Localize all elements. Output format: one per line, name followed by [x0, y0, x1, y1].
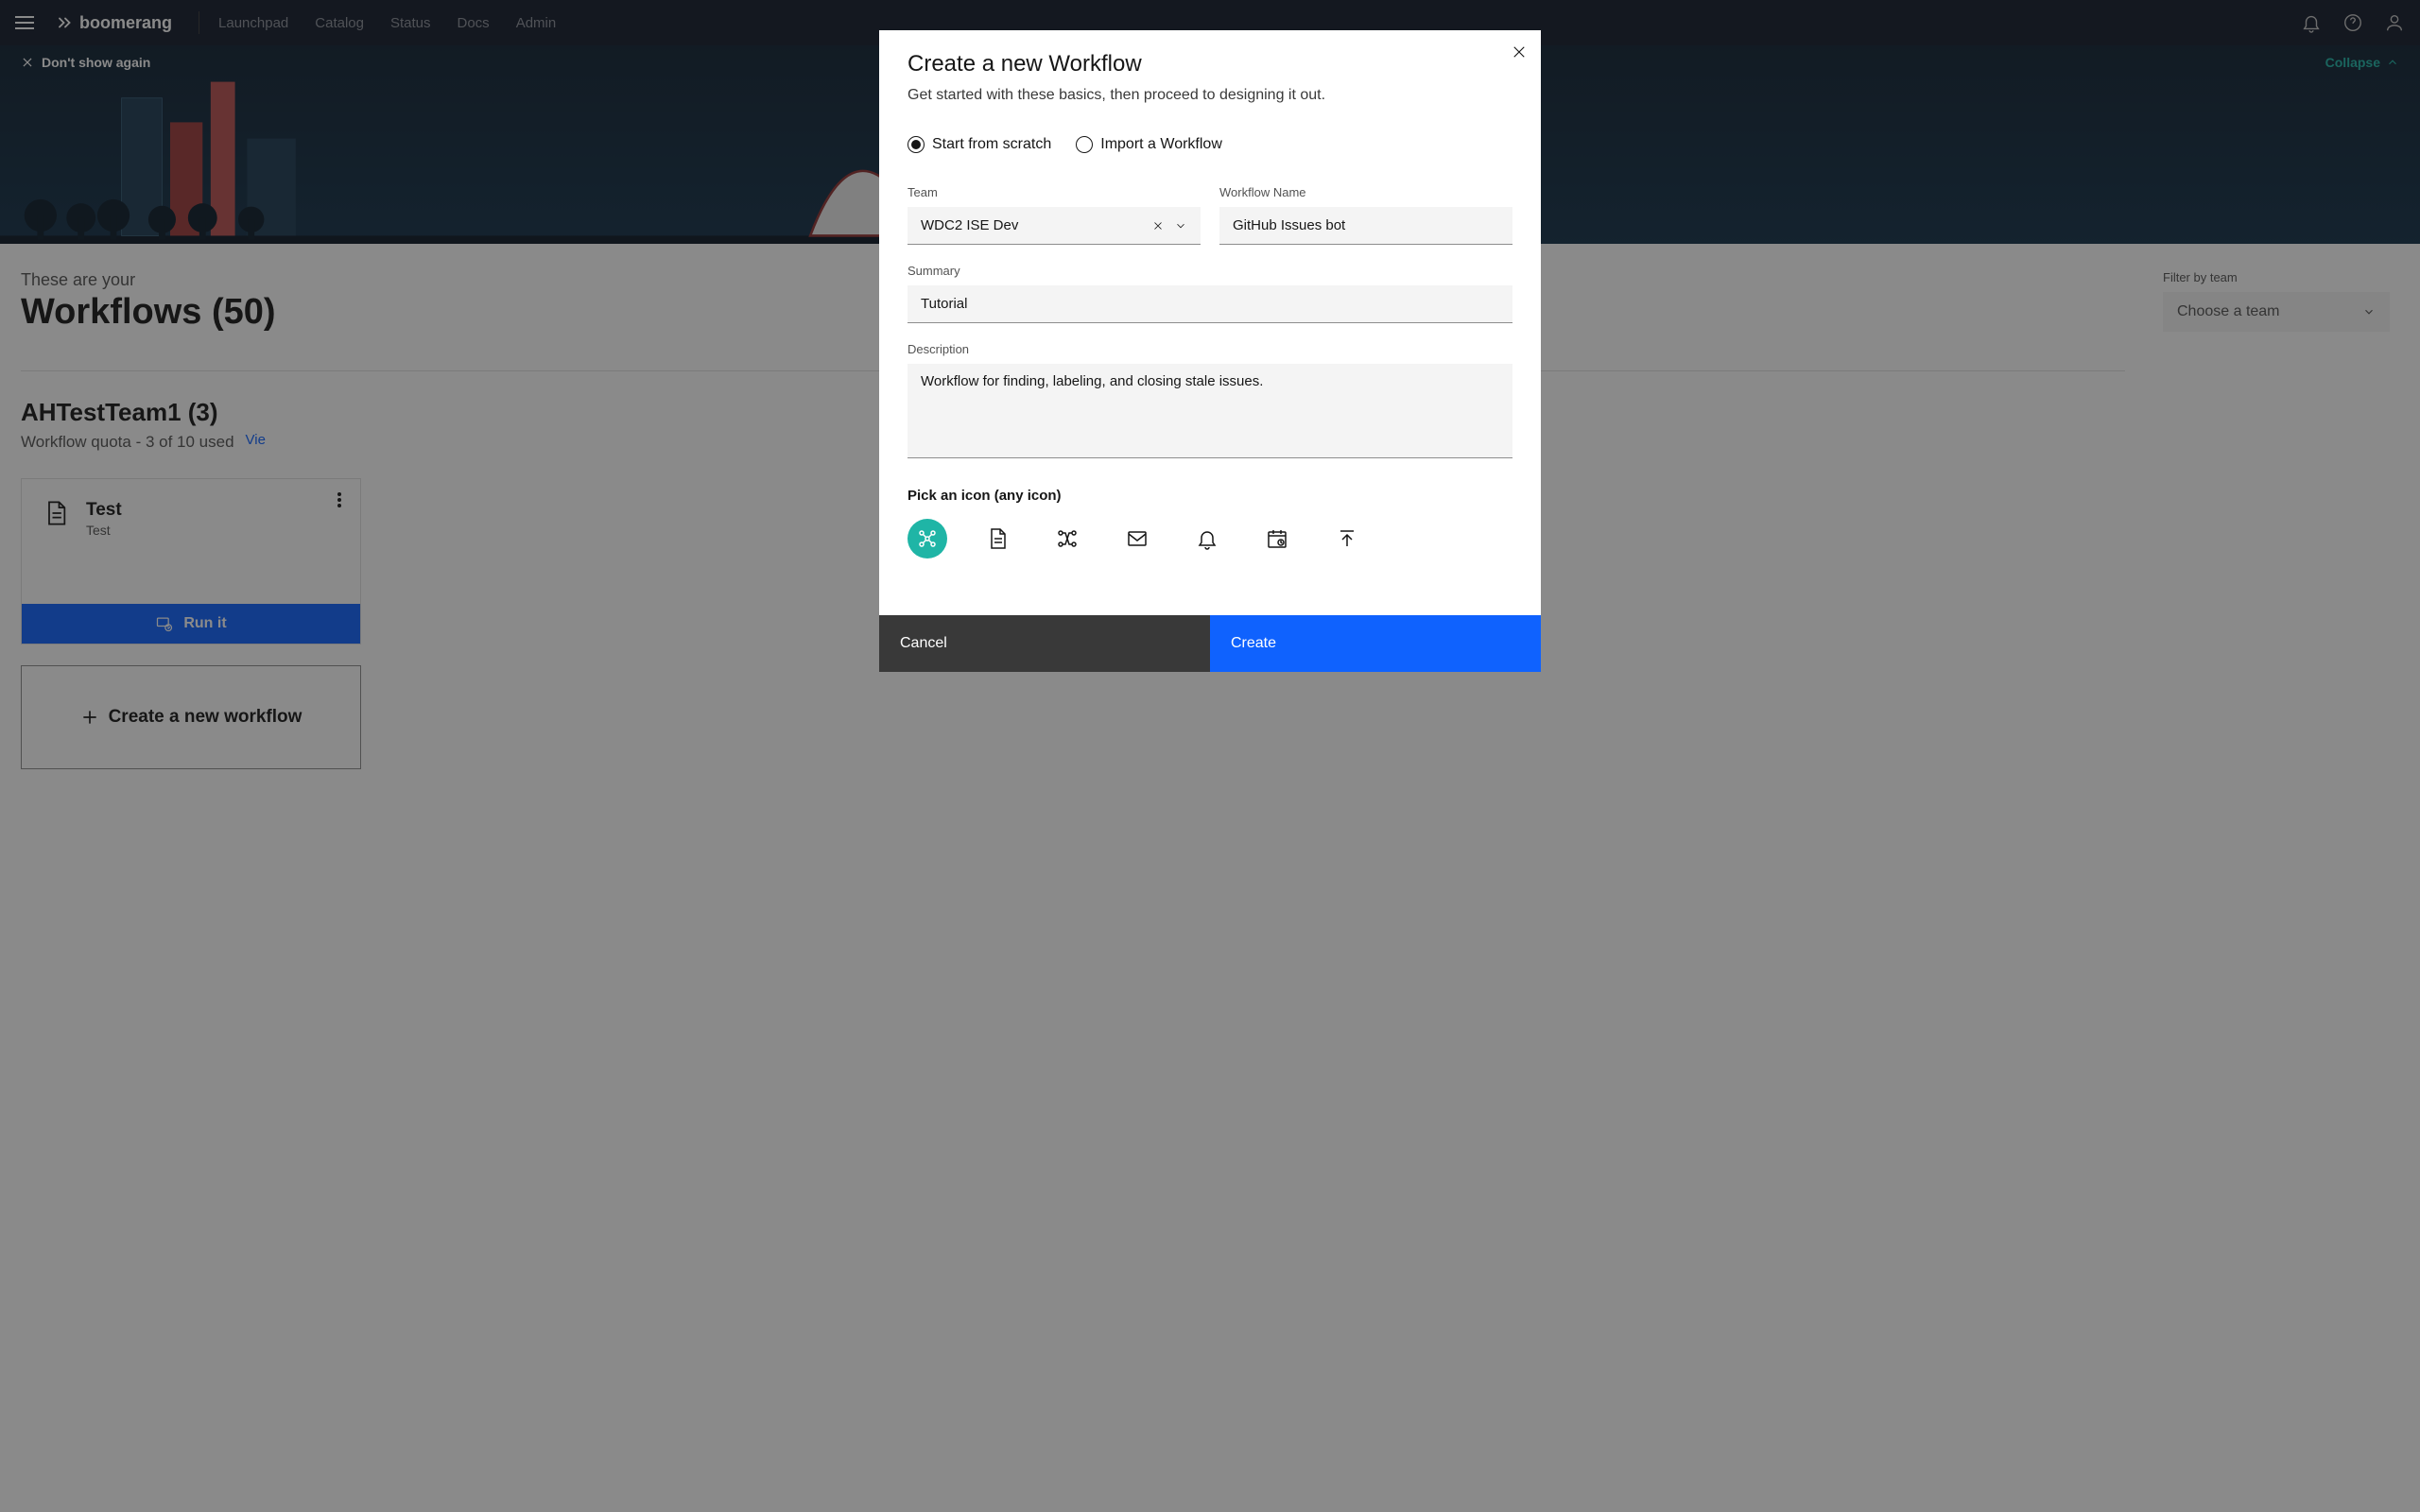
radio-circle-icon [1076, 136, 1093, 153]
summary-input[interactable] [908, 285, 1512, 323]
icon-option-flow[interactable] [908, 519, 947, 558]
modal-title: Create a new Workflow [908, 51, 1512, 77]
icon-option-calendar[interactable] [1257, 519, 1297, 558]
calendar-icon [1266, 527, 1288, 550]
upload-icon [1336, 527, 1358, 550]
pick-icon-label: Pick an icon (any icon) [908, 488, 1512, 504]
radio-dot-icon [908, 136, 925, 153]
cancel-label: Cancel [900, 635, 947, 652]
create-workflow-modal: Create a new Workflow Get started with t… [879, 30, 1541, 672]
team-label: Team [908, 185, 1201, 199]
icon-option-document[interactable] [977, 519, 1017, 558]
document-icon [986, 527, 1009, 550]
icon-option-upload[interactable] [1327, 519, 1367, 558]
radio-start-scratch[interactable]: Start from scratch [908, 136, 1051, 153]
radio-import[interactable]: Import a Workflow [1076, 136, 1222, 153]
cancel-button[interactable]: Cancel [879, 615, 1210, 672]
icon-option-bell[interactable] [1187, 519, 1227, 558]
workflow-name-input[interactable] [1219, 207, 1512, 245]
icon-picker [908, 519, 1512, 558]
close-icon [1511, 43, 1528, 60]
description-input[interactable] [908, 364, 1512, 458]
bell-icon [1196, 527, 1219, 550]
radio-import-label: Import a Workflow [1100, 136, 1222, 153]
flow-icon [916, 527, 939, 550]
clear-icon[interactable] [1151, 219, 1165, 232]
icon-option-mail[interactable] [1117, 519, 1157, 558]
workflow-name-label: Workflow Name [1219, 185, 1512, 199]
create-label: Create [1231, 635, 1276, 652]
modal-close-button[interactable] [1511, 43, 1528, 65]
modal-footer: Cancel Create [879, 615, 1541, 672]
mail-icon [1126, 527, 1149, 550]
create-button[interactable]: Create [1210, 615, 1541, 672]
description-label: Description [908, 342, 1512, 356]
team-combobox[interactable]: WDC2 ISE Dev [908, 207, 1201, 245]
branch-icon [1056, 527, 1079, 550]
icon-option-branch[interactable] [1047, 519, 1087, 558]
radio-scratch-label: Start from scratch [932, 136, 1051, 153]
modal-subtitle: Get started with these basics, then proc… [908, 87, 1512, 104]
team-value: WDC2 ISE Dev [921, 217, 1018, 233]
chevron-down-icon[interactable] [1174, 219, 1187, 232]
modal-overlay[interactable]: Create a new Workflow Get started with t… [0, 0, 2420, 1512]
summary-label: Summary [908, 264, 1512, 278]
